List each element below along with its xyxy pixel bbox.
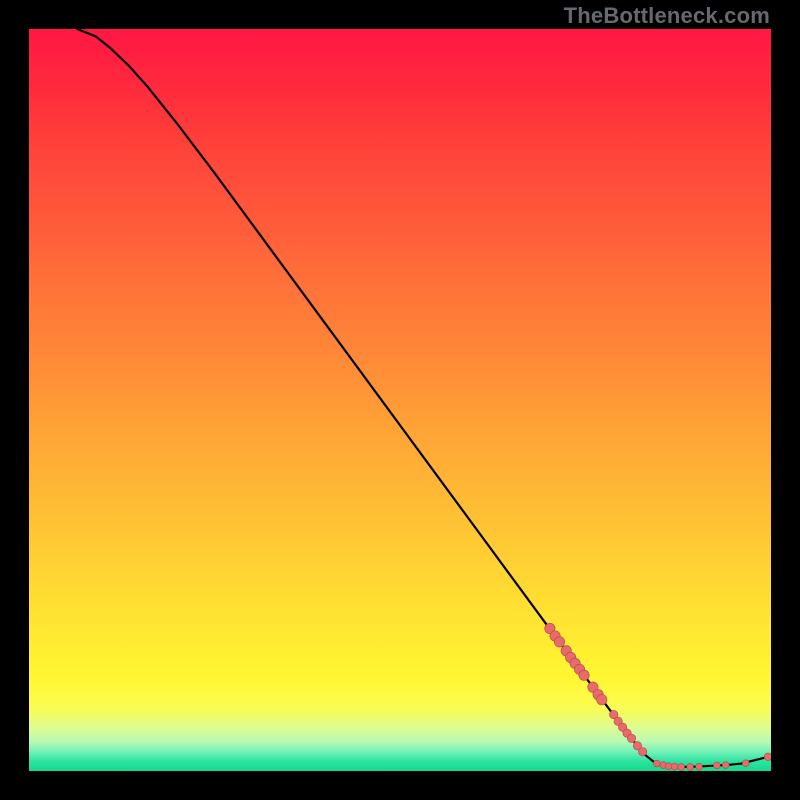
watermark-text: TheBottleneck.com xyxy=(564,3,770,29)
chart-frame: TheBottleneck.com xyxy=(0,0,800,800)
data-point xyxy=(722,762,729,769)
data-point xyxy=(678,764,685,771)
data-point xyxy=(687,764,694,771)
data-markers xyxy=(545,623,771,770)
data-point xyxy=(597,695,607,705)
data-point xyxy=(653,760,660,767)
main-curve xyxy=(77,29,768,767)
data-point xyxy=(764,753,771,761)
data-point xyxy=(713,762,720,769)
chart-svg xyxy=(29,29,771,771)
data-point xyxy=(742,760,749,767)
data-point xyxy=(638,748,646,756)
data-point xyxy=(671,763,678,770)
data-point xyxy=(627,734,635,742)
plot-area xyxy=(29,29,771,771)
data-point xyxy=(579,670,589,680)
data-point xyxy=(696,763,703,770)
data-point xyxy=(554,637,564,647)
